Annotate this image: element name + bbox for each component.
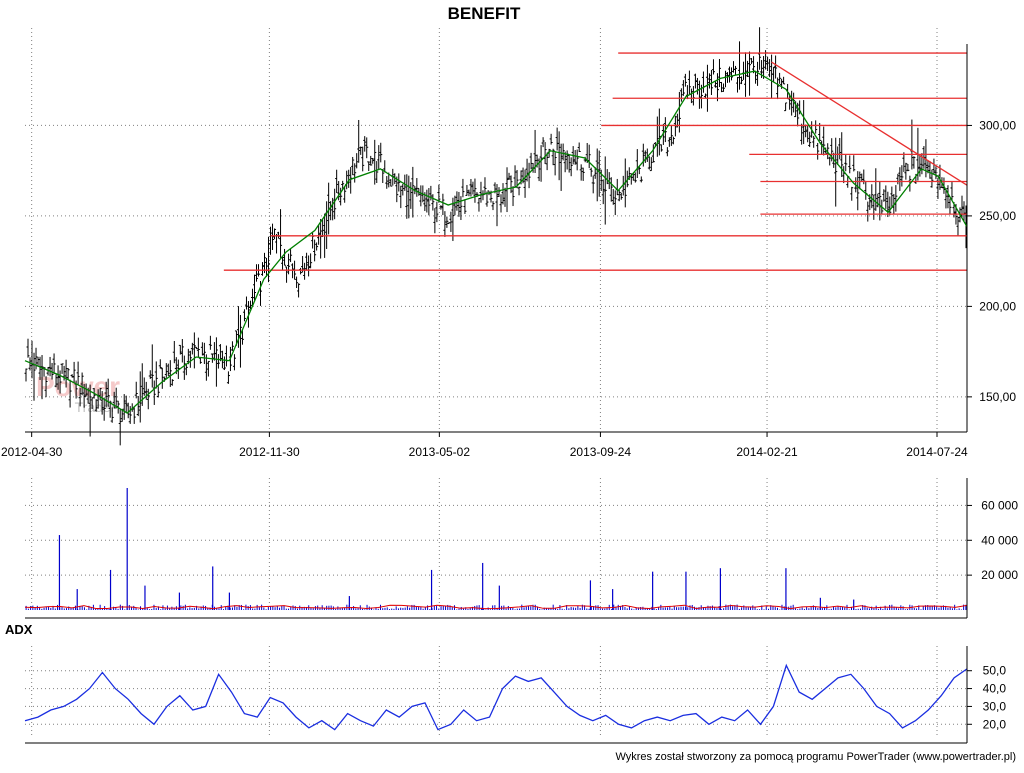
adx-ytick-label: 50,0: [983, 664, 1007, 678]
price-ytick-label: 250,00: [979, 209, 1016, 223]
chart-background: [0, 0, 1024, 768]
adx-panel-label: ADX: [5, 622, 33, 637]
watermark-trader: Trader: [75, 399, 116, 415]
adx-ytick-label: 30,0: [983, 699, 1007, 713]
xtick-label: 2014-07-24: [906, 445, 968, 459]
price-ytick-label: 300,00: [979, 118, 1016, 132]
adx-ytick-label: 40,0: [983, 682, 1007, 696]
price-ytick-label: 150,00: [979, 390, 1016, 404]
adx-ytick-label: 20,0: [983, 717, 1007, 731]
xtick-label: 2013-09-24: [570, 445, 632, 459]
chart-svg: BENEFIT Power Trader 150,00200,00250,003…: [0, 0, 1024, 768]
volume-ytick-label: 60 000: [981, 498, 1018, 512]
footer-credit: Wykres został stworzony za pomocą progra…: [615, 751, 1016, 763]
xtick-label: 2014-02-21: [736, 445, 798, 459]
xtick-label: 2013-05-02: [409, 445, 471, 459]
xtick-label: 2012-11-30: [239, 445, 300, 459]
xtick-label: 2012-04-30: [1, 445, 63, 459]
volume-ytick-label: 20 000: [981, 568, 1018, 582]
volume-ytick-label: 40 000: [981, 533, 1018, 547]
chart-title: BENEFIT: [448, 4, 521, 23]
price-ytick-label: 200,00: [979, 299, 1016, 313]
chart-root: BENEFIT Power Trader 150,00 200,00 250,00 3…: [0, 0, 1024, 768]
